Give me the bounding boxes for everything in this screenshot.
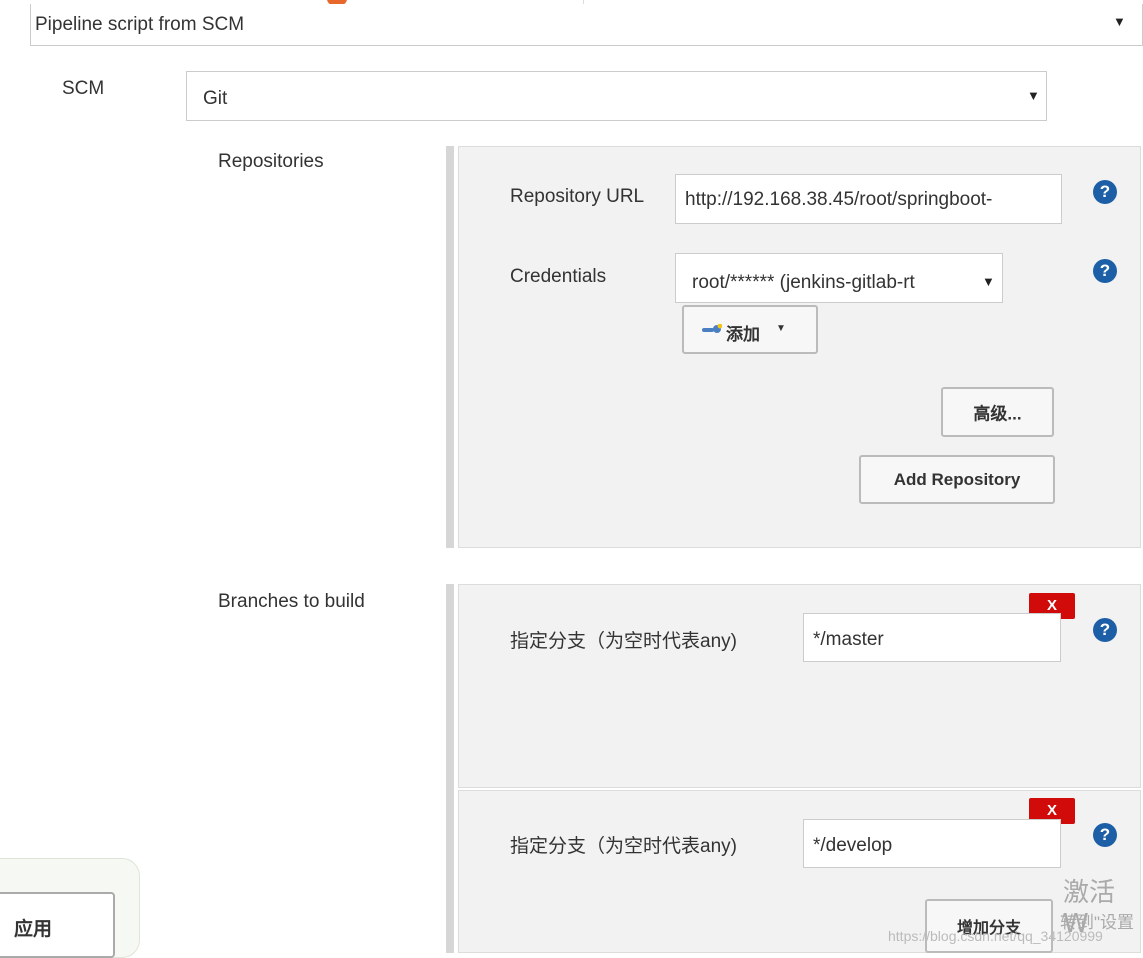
credentials-label: Credentials [510, 266, 607, 287]
repository-url-value: http://192.168.38.45/root/springboot- [685, 189, 993, 210]
branches-label: Branches to build [218, 591, 365, 612]
watermark-text: https://blog.csdn.net/qq_34120999 [888, 928, 1103, 944]
add-credentials-button[interactable]: 添加 ▼ [682, 305, 818, 354]
section-bar [446, 146, 454, 548]
add-branch-button[interactable]: 增加分支 [925, 899, 1053, 953]
credentials-select[interactable]: root/****** (jenkins-gitlab-rt ▼ [675, 253, 1003, 303]
add-credentials-label: 添加 [726, 325, 760, 344]
help-icon[interactable]: ? [1093, 618, 1117, 642]
advanced-button[interactable]: 高级... [941, 387, 1054, 437]
add-repository-button[interactable]: Add Repository [859, 455, 1055, 504]
credentials-value: root/****** (jenkins-gitlab-rt [692, 272, 915, 293]
definition-select-value: Pipeline script from SCM [35, 14, 245, 35]
help-icon[interactable]: ? [1093, 259, 1117, 283]
chevron-down-icon: ▼ [776, 323, 786, 334]
help-icon[interactable]: ? [1093, 823, 1117, 847]
branch-specifier-label: 指定分支（为空时代表any) [510, 836, 737, 857]
definition-select[interactable]: Pipeline script from SCM [30, 4, 1143, 46]
section-bar [446, 584, 454, 953]
branch-specifier-input[interactable]: */master [803, 613, 1061, 662]
branch-specifier-value: */develop [813, 835, 893, 856]
apply-button-label: 应用 [14, 919, 53, 940]
help-icon[interactable]: ? [1093, 180, 1117, 204]
key-icon [702, 323, 723, 333]
branch-specifier-label: 指定分支（为空时代表any) [510, 631, 737, 652]
branch-specifier-value: */master [813, 629, 884, 650]
repository-url-label: Repository URL [510, 186, 645, 207]
apply-button[interactable]: 应用 [0, 892, 115, 958]
scm-select[interactable]: Git ▼ [186, 71, 1047, 121]
advanced-button-label: 高级... [973, 404, 1022, 424]
scm-label: SCM [62, 78, 105, 99]
repositories-label: Repositories [218, 151, 324, 172]
branch-specifier-input[interactable]: */develop [803, 819, 1061, 868]
add-repository-label: Add Repository [893, 469, 1021, 489]
repository-url-input[interactable]: http://192.168.38.45/root/springboot- [675, 174, 1062, 224]
chevron-down-icon: ▼ [1027, 88, 1040, 103]
scm-select-value: Git [203, 88, 228, 109]
chevron-down-icon: ▼ [982, 274, 995, 289]
chevron-down-icon: ▼ [1113, 14, 1126, 29]
